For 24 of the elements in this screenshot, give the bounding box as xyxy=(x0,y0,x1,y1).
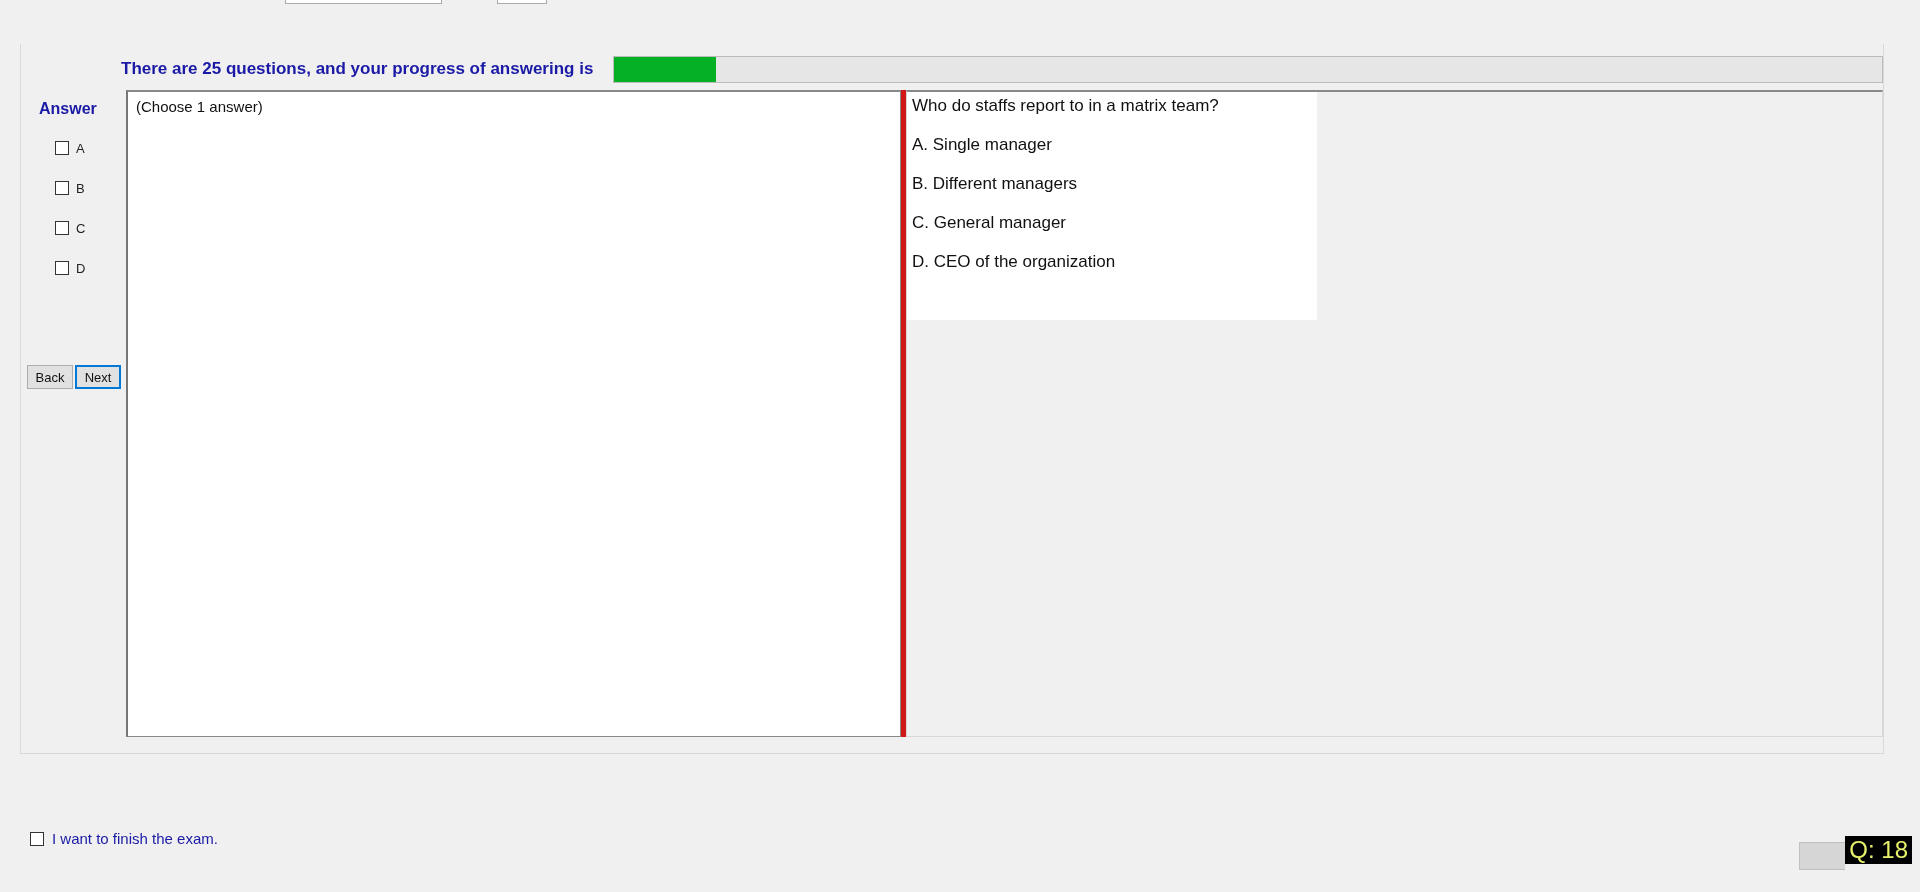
answer-area[interactable]: (Choose 1 answer) xyxy=(126,90,901,737)
nav-button[interactable]: Back xyxy=(27,365,73,389)
checkbox[interactable] xyxy=(55,181,69,195)
choice-text: B. Different managers xyxy=(912,174,1079,194)
answer-hint: (Choose 1 answer) xyxy=(136,98,263,115)
question-counter: Q: 18 xyxy=(1845,836,1912,864)
checkbox[interactable] xyxy=(30,831,44,846)
dropdown-field[interactable] xyxy=(285,0,442,4)
nav-button[interactable]: Next xyxy=(75,365,121,389)
option-label: B xyxy=(76,180,85,196)
checkbox[interactable] xyxy=(55,261,69,275)
choice-text: A. Single manager xyxy=(912,135,1053,155)
option-label: C xyxy=(76,220,86,236)
finish-label: I want to finish the exam. xyxy=(52,830,218,847)
spin-field[interactable] xyxy=(497,0,547,4)
choice-text: C. General manager xyxy=(912,213,1068,233)
option-label: D xyxy=(76,260,86,276)
progress-label: There are 25 questions, and your progress of answering is xyxy=(121,59,594,79)
choice-text: D. CEO of the organization xyxy=(912,252,1117,272)
answer-title: Answer xyxy=(39,100,97,118)
question-text: Who do staffs report to in a matrix team? xyxy=(912,96,1220,116)
option-label: A xyxy=(76,140,85,156)
checkbox[interactable] xyxy=(55,141,69,155)
checkbox[interactable] xyxy=(55,221,69,235)
